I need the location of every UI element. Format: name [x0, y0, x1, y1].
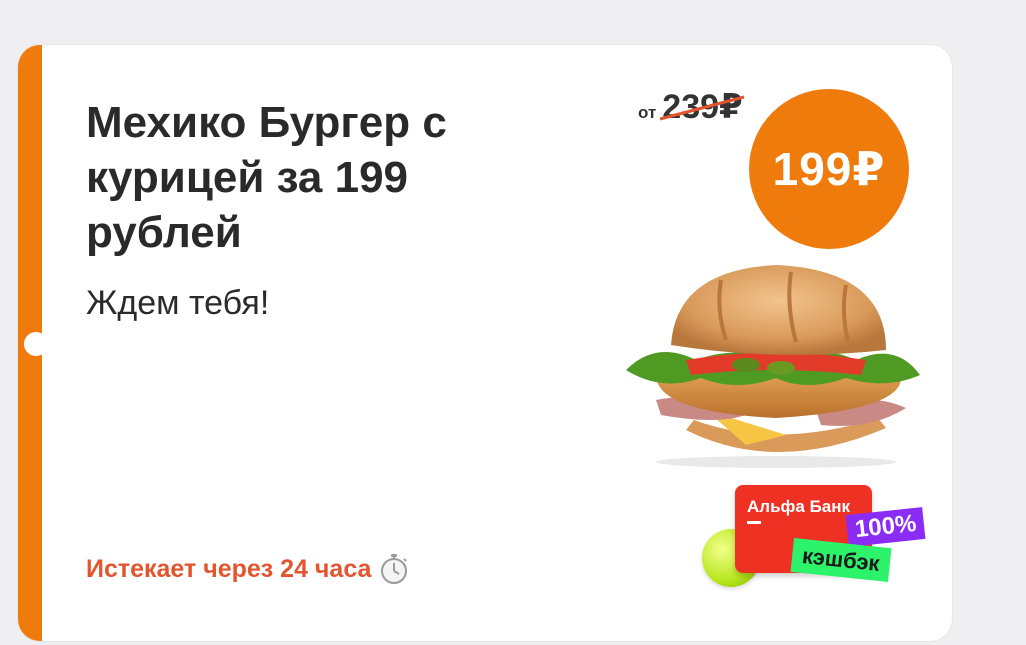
offer-title: Мехико Бургер с курицей за 199 рублей [86, 98, 447, 257]
strikethrough-line [659, 95, 745, 121]
old-price-wrap: 239₽ [659, 87, 745, 127]
cashback-percent-badge: 100% [845, 507, 926, 547]
burger-image [626, 265, 920, 468]
ticket-notch [24, 332, 48, 356]
expiration-notice: Истекает через 24 часа [86, 553, 409, 585]
expiration-text: Истекает через 24 часа [86, 554, 372, 583]
bank-logo-dash [747, 521, 761, 524]
price-badge: 199₽ [749, 89, 909, 249]
offer-subtitle: Ждем тебя! [86, 284, 270, 322]
offer-card[interactable]: Мехико Бургер с курицей за 199 рублей Жд… [18, 45, 952, 641]
old-price: от 239₽ [638, 87, 745, 127]
old-price-prefix: от [638, 103, 657, 122]
bank-name: Альфа Банк [747, 497, 851, 516]
new-price: 199₽ [772, 143, 886, 195]
cashback-label-badge: кэшбэк [790, 537, 892, 583]
stopwatch-icon [379, 553, 409, 585]
